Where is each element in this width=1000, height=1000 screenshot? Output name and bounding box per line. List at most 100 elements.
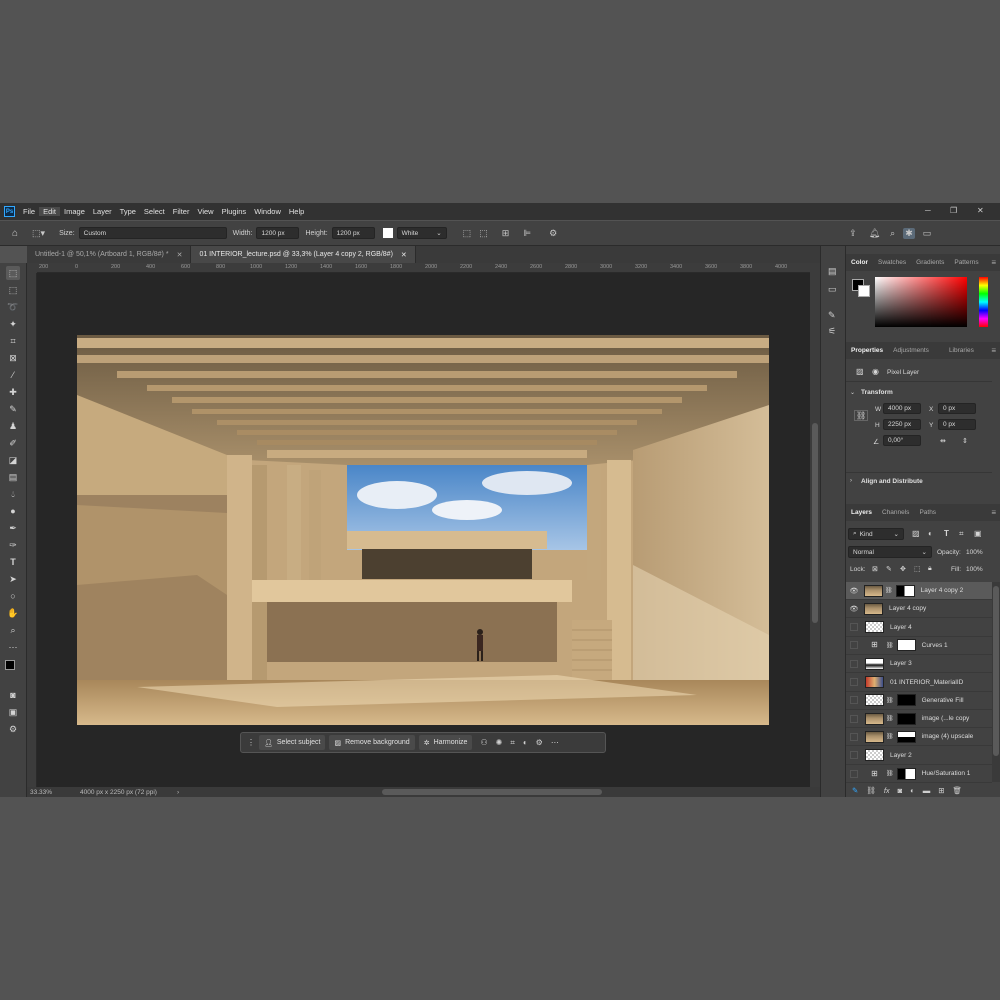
y-input[interactable]: 0 px (938, 419, 976, 430)
dodge-tool-icon[interactable]: ● (6, 504, 20, 518)
tab-properties[interactable]: Properties (846, 347, 888, 354)
width-input[interactable]: 4000 px (883, 403, 921, 414)
chevron-down-icon[interactable]: ⌄ (850, 389, 855, 396)
layer-row[interactable]: ⊞ ⛓ Hue/Saturation 1 (846, 765, 992, 783)
marquee-tool-icon[interactable]: ⬚ (6, 283, 20, 297)
new-group-icon[interactable]: ▬ (923, 786, 931, 795)
brush-settings-icon[interactable]: ✎ (828, 310, 836, 321)
layer-row[interactable]: ⊞ ⛓ Curves 1 (846, 637, 992, 655)
artboard-from-layers-icon[interactable]: ⬚ (479, 228, 488, 239)
visibility-toggle[interactable] (850, 641, 858, 650)
layer-mask-thumbnail[interactable] (896, 767, 916, 780)
filter-adjustment-icon[interactable]: ◐ (928, 529, 933, 538)
artboard-tool-preset-icon[interactable]: ⬚▾ (32, 228, 45, 239)
chevron-right-icon[interactable]: › (177, 789, 179, 796)
comments-icon[interactable]: ▭ (828, 284, 837, 295)
menu-filter[interactable]: Filter (169, 207, 194, 216)
add-artboard-icon[interactable]: ⊞ (502, 228, 510, 239)
brush-tool-icon[interactable]: ✎ (6, 402, 20, 416)
filter-shape-icon[interactable]: ⌗ (959, 529, 964, 539)
filter-smart-object-icon[interactable]: ▣ (974, 529, 982, 538)
quick-mask-icon[interactable]: ◙ (6, 688, 20, 702)
layer-mask-thumbnail[interactable] (896, 639, 916, 652)
panel-menu-icon[interactable]: ≡ (991, 258, 996, 267)
tab-gradients[interactable]: Gradients (911, 259, 949, 266)
eye-icon[interactable]: 👁︎ (848, 587, 860, 595)
tab-layers[interactable]: Layers (846, 509, 877, 516)
new-layer-icon[interactable]: ⊞ (938, 786, 944, 795)
minimize-icon[interactable]: ─ (925, 206, 931, 215)
vertical-scrollbar[interactable] (810, 263, 820, 787)
shape-tool-icon[interactable]: ○ (6, 589, 20, 603)
canvas-area[interactable]: ⋮ 👤︎ Select subject ▨ Remove background … (37, 273, 810, 787)
layer-row[interactable]: Layer 3 (846, 655, 992, 674)
adjustment-icon[interactable]: ◐ (523, 738, 528, 747)
menu-type[interactable]: Type (116, 207, 140, 216)
healing-brush-tool-icon[interactable]: ✚ (6, 385, 20, 399)
visibility-toggle[interactable] (850, 696, 858, 705)
drag-handle-icon[interactable]: ⋮ (247, 738, 255, 747)
menu-layer[interactable]: Layer (89, 207, 116, 216)
flip-horizontal-icon[interactable]: ⇹ (940, 437, 946, 445)
hand-tool-icon[interactable]: ✋ (6, 606, 20, 620)
filter-pixel-icon[interactable]: ▨ (912, 529, 920, 538)
lock-position-icon[interactable]: ✥ (900, 565, 906, 573)
layer-mask-thumbnail[interactable] (896, 730, 916, 743)
tab-untitled-1[interactable]: Untitled-1 @ 50,1% (Artboard 1, RGB/8#) … (27, 246, 192, 263)
layer-mask-thumbnail[interactable] (895, 584, 915, 597)
panel-menu-icon[interactable]: ≡ (991, 508, 996, 517)
menu-window[interactable]: Window (250, 207, 285, 216)
chevron-right-icon[interactable]: › (850, 478, 852, 484)
layer-row[interactable]: 01 INTERIOR_MaterialID (846, 674, 992, 692)
fill-swatch[interactable] (382, 228, 393, 238)
gear-icon[interactable]: ⚙ (549, 228, 557, 239)
object-selection-tool-icon[interactable]: ✦ (6, 317, 20, 331)
generative-icon[interactable]: ✺ (496, 738, 503, 747)
home-icon[interactable]: ⌂ (12, 228, 18, 239)
menu-file[interactable]: File (19, 207, 39, 216)
tab-interior-lecture[interactable]: 01 INTERIOR_lecture.psd @ 33,3% (Layer 4… (191, 246, 416, 263)
close-icon[interactable]: ✕ (401, 251, 407, 259)
layer-row[interactable]: 👁︎ Layer 4 copy (846, 600, 992, 619)
screen-mode-icon[interactable]: ▣ (6, 705, 20, 719)
path-selection-tool-icon[interactable]: ➤ (6, 572, 20, 586)
make-artboard-icon[interactable]: ⬚ (463, 228, 472, 239)
align-icon[interactable]: ⊫ (523, 228, 531, 239)
mask-link-icon[interactable]: ⛓ (886, 770, 894, 777)
tab-channels[interactable]: Channels (877, 509, 914, 516)
size-select[interactable]: Custom (78, 227, 227, 239)
crop-tool-icon[interactable]: ⌗ (6, 334, 20, 348)
mask-link-icon[interactable]: ⛓ (885, 587, 893, 594)
menu-plugins[interactable]: Plugins (218, 207, 251, 216)
fill-select[interactable]: White ⌄ (396, 227, 447, 239)
layer-filter-select[interactable]: ⌕ Kind ⌄ (848, 528, 904, 540)
move-tool-icon[interactable]: ⬚ (6, 266, 20, 280)
visibility-toggle[interactable] (850, 714, 858, 723)
visibility-toggle[interactable] (850, 732, 858, 741)
lock-transparent-icon[interactable]: ⊠ (872, 565, 878, 573)
close-icon[interactable]: ✕ (177, 251, 183, 259)
restore-icon[interactable]: ❐ (950, 206, 957, 215)
tab-paths[interactable]: Paths (914, 509, 941, 516)
panel-menu-icon[interactable]: ≡ (991, 346, 996, 355)
x-input[interactable]: 0 px (938, 403, 976, 414)
mask-link-icon[interactable]: ⛓ (886, 697, 894, 704)
menu-view[interactable]: View (193, 207, 217, 216)
opacity-value[interactable]: 100% (966, 549, 983, 556)
document-image[interactable] (77, 335, 769, 725)
discover-icon[interactable]: ✱ (903, 227, 915, 239)
layer-row[interactable]: ⛓ Generative Fill (846, 692, 992, 710)
fill-value[interactable]: 100% (966, 566, 983, 573)
tab-libraries[interactable]: Libraries (944, 347, 979, 354)
frame-tool-icon[interactable]: ⊠ (6, 351, 20, 365)
layer-mask-icon[interactable]: ⚇ (480, 738, 487, 747)
width-field[interactable]: 1200 px (256, 227, 300, 239)
visibility-toggle[interactable] (850, 659, 858, 668)
color-picker-field[interactable] (875, 277, 967, 327)
history-icon[interactable]: ▤ (828, 266, 837, 277)
menu-help[interactable]: Help (285, 207, 308, 216)
select-subject-button[interactable]: 👤︎ Select subject (259, 735, 326, 750)
lasso-tool-icon[interactable]: ➰ (6, 300, 20, 314)
share-icon[interactable]: ⇪ (849, 228, 857, 239)
harmonize-button[interactable]: ✲ Harmonize (418, 735, 473, 750)
